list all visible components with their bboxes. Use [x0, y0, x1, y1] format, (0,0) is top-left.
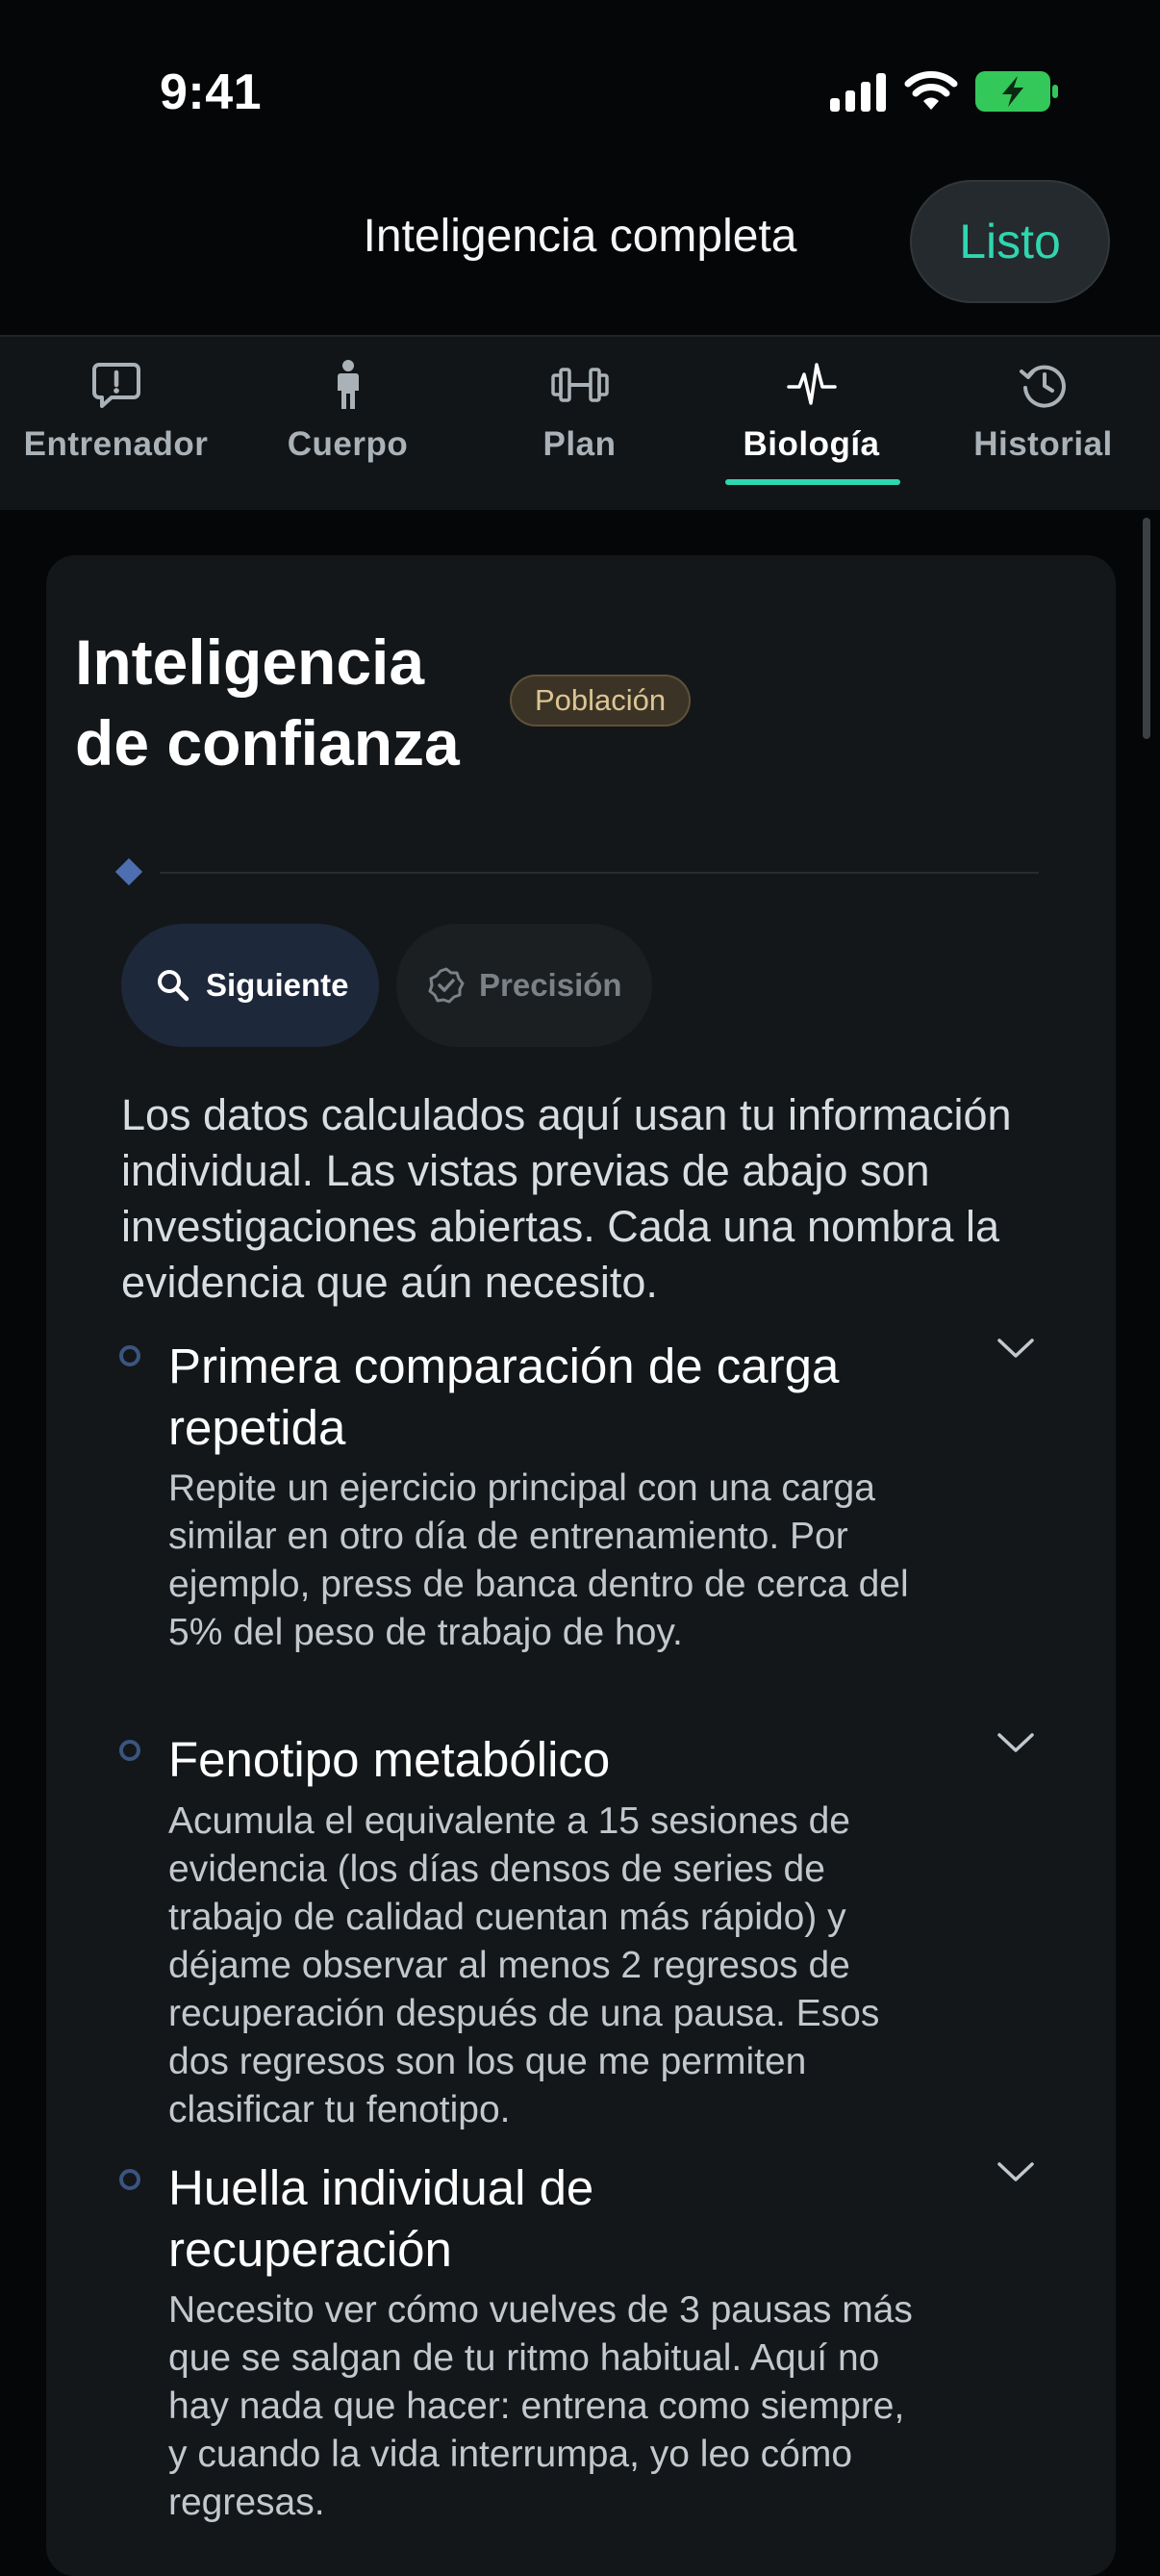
- population-badge: Población: [510, 675, 692, 727]
- precision-filter-button[interactable]: Precisión: [396, 924, 652, 1047]
- search-icon: [158, 970, 189, 1002]
- verified-badge-icon: [428, 967, 465, 1004]
- progress-track: [160, 872, 1039, 874]
- precision-filter-label: Precisión: [479, 967, 622, 1003]
- chevron-down-icon[interactable]: [996, 1338, 1035, 1361]
- tab-label: Plan: [542, 425, 617, 463]
- active-tab-indicator: [725, 479, 900, 485]
- item-title: Fenotipo metabólico: [168, 1732, 611, 1787]
- card-title-line2: de confianza: [75, 707, 460, 778]
- item-body: Repite un ejercicio principal con una ca…: [168, 1467, 909, 1653]
- status-dot: [119, 1740, 140, 1761]
- next-filter-button[interactable]: Siguiente: [121, 924, 379, 1047]
- tab-history[interactable]: Historial: [927, 337, 1159, 510]
- tab-label: Biología: [743, 425, 880, 463]
- done-button[interactable]: Listo: [910, 180, 1110, 303]
- dumbbell-icon: [550, 368, 609, 402]
- item-title: Huella individual de recuperación: [168, 2160, 594, 2277]
- chat-alert-icon: [91, 363, 140, 408]
- item-body: Necesito ver cómo vuelves de 3 pausas má…: [168, 2289, 913, 2523]
- next-filter-label: Siguiente: [206, 967, 349, 1003]
- cellular-signal-icon: [830, 73, 886, 112]
- status-dot: [119, 2169, 140, 2190]
- status-time: 9:41: [160, 64, 263, 120]
- item-body: Acumula el equivalente a 15 sesiones de …: [168, 1800, 880, 2130]
- history-icon: [1019, 365, 1066, 408]
- status-dot: [119, 1345, 140, 1366]
- tab-bar: Entrenador Cuerpo Plan Biología Historia…: [0, 335, 1160, 510]
- person-icon: [337, 360, 359, 409]
- battery-charging-icon: [975, 71, 1058, 112]
- heartbeat-icon: [786, 363, 837, 405]
- chevron-down-icon[interactable]: [996, 2161, 1035, 2184]
- tab-label: Historial: [973, 425, 1113, 463]
- card-title: Inteligencia de confianza: [75, 622, 517, 783]
- card-title-line1: Inteligencia: [75, 626, 425, 698]
- tab-coach[interactable]: Entrenador: [0, 337, 232, 510]
- item-title: Primera comparación de carga repetida: [168, 1339, 840, 1455]
- tab-label: Cuerpo: [287, 425, 409, 463]
- tab-plan[interactable]: Plan: [464, 337, 695, 510]
- header: Inteligencia completa Listo: [0, 154, 1160, 335]
- status-bar: 9:41: [0, 0, 1160, 154]
- intro-text: Los datos calculados aquí usan tu inform…: [121, 1090, 1012, 1307]
- tab-label: Entrenador: [23, 425, 209, 463]
- wifi-icon: [904, 71, 958, 110]
- chevron-down-icon[interactable]: [996, 1732, 1035, 1755]
- tab-body[interactable]: Cuerpo: [232, 337, 464, 510]
- scrollbar[interactable]: [1143, 518, 1150, 739]
